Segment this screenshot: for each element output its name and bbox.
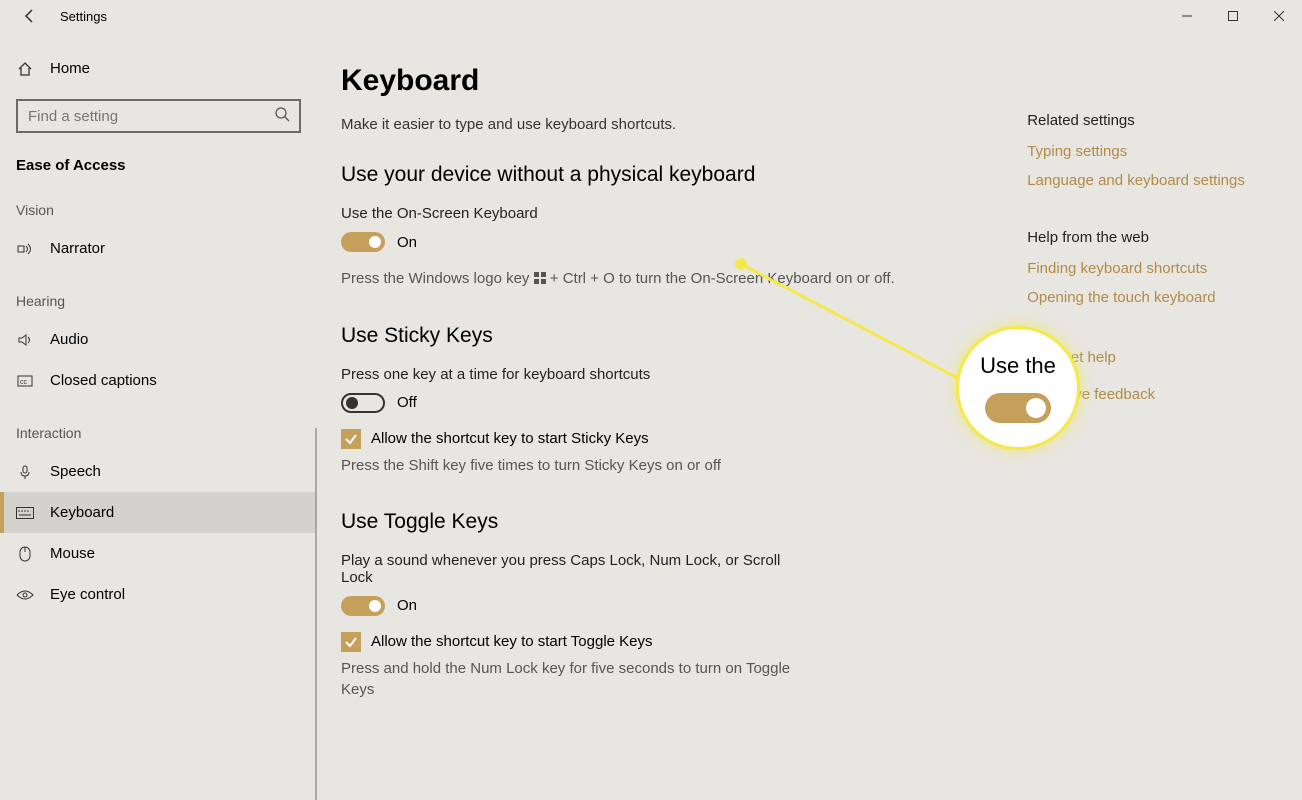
home-nav[interactable]: Home	[16, 52, 301, 85]
narrator-icon	[16, 241, 34, 257]
nav-label: Narrator	[50, 240, 105, 257]
callout-toggle-icon	[985, 393, 1051, 423]
callout-highlight: Use the	[956, 326, 1080, 450]
title-bar: Settings	[0, 0, 1302, 32]
togglekeys-check-label: Allow the shortcut key to start Toggle K…	[371, 633, 653, 650]
group-hearing: Hearing	[16, 293, 301, 309]
audio-icon	[16, 332, 34, 348]
mic-icon	[16, 464, 34, 480]
togglekeys-state: On	[397, 597, 417, 614]
togglekeys-heading: Use Toggle Keys	[341, 510, 967, 534]
link-typing-settings[interactable]: Typing settings	[1027, 143, 1262, 160]
osk-label: Use the On-Screen Keyboard	[341, 205, 967, 222]
nav-eye-control[interactable]: Eye control	[0, 574, 317, 615]
osk-state: On	[397, 234, 417, 251]
nav-label: Keyboard	[50, 504, 114, 521]
sidebar: Home Ease of Access Vision Narrator Hear…	[0, 32, 317, 800]
search-wrap	[16, 99, 301, 133]
captions-icon: cc	[16, 373, 34, 389]
search-icon	[275, 107, 291, 128]
web-heading: Help from the web	[1027, 229, 1262, 246]
home-icon	[16, 61, 34, 77]
nav-label: Closed captions	[50, 372, 157, 389]
nav-narrator[interactable]: Narrator	[0, 228, 317, 269]
sticky-hint: Press the Shift key five times to turn S…	[341, 455, 967, 476]
svg-text:cc: cc	[20, 379, 28, 386]
mouse-icon	[16, 546, 34, 562]
nav-mouse[interactable]: Mouse	[0, 533, 317, 574]
maximize-button[interactable]	[1210, 0, 1256, 32]
related-heading: Related settings	[1027, 112, 1262, 129]
sticky-check-label: Allow the shortcut key to start Sticky K…	[371, 430, 649, 447]
sticky-state: Off	[397, 394, 417, 411]
minimize-icon	[1182, 11, 1192, 21]
checkmark-icon	[344, 432, 358, 446]
minimize-button[interactable]	[1164, 0, 1210, 32]
nav-label: Speech	[50, 463, 101, 480]
osk-hint: Press the Windows logo key + Ctrl + O to…	[341, 268, 967, 290]
sticky-shortcut-checkbox[interactable]	[341, 429, 361, 449]
sticky-label: Press one key at a time for keyboard sho…	[341, 366, 967, 383]
togglekeys-hint: Press and hold the Num Lock key for five…	[341, 658, 801, 700]
category-label: Ease of Access	[16, 157, 301, 174]
nav-speech[interactable]: Speech	[0, 451, 317, 492]
togglekeys-toggle[interactable]	[341, 596, 385, 616]
callout-text: Use the	[980, 353, 1056, 379]
togglekeys-shortcut-checkbox[interactable]	[341, 632, 361, 652]
sticky-heading: Use Sticky Keys	[341, 324, 967, 348]
link-keyboard-shortcuts[interactable]: Finding keyboard shortcuts	[1027, 260, 1262, 277]
main-content: Keyboard Make it easier to type and use …	[317, 32, 1302, 800]
checkmark-icon	[344, 635, 358, 649]
keyboard-icon	[16, 507, 34, 519]
close-icon	[1274, 11, 1284, 21]
page-title: Keyboard	[341, 64, 967, 98]
sticky-toggle[interactable]	[341, 393, 385, 413]
windows-logo-icon	[534, 269, 546, 290]
link-touch-keyboard[interactable]: Opening the touch keyboard	[1027, 289, 1262, 306]
nav-closed-captions[interactable]: cc Closed captions	[0, 360, 317, 401]
link-language-keyboard[interactable]: Language and keyboard settings	[1027, 172, 1262, 189]
togglekeys-label: Play a sound whenever you press Caps Loc…	[341, 552, 781, 586]
page-subtitle: Make it easier to type and use keyboard …	[341, 116, 967, 133]
arrow-left-icon	[22, 8, 38, 24]
osk-toggle[interactable]	[341, 232, 385, 252]
maximize-icon	[1228, 11, 1238, 21]
back-button[interactable]	[8, 0, 52, 32]
window-controls	[1164, 0, 1302, 32]
osk-heading: Use your device without a physical keybo…	[341, 163, 967, 187]
eye-icon	[16, 589, 34, 601]
nav-label: Audio	[50, 331, 88, 348]
group-vision: Vision	[16, 202, 301, 218]
nav-audio[interactable]: Audio	[0, 319, 317, 360]
search-input[interactable]	[16, 99, 301, 133]
close-button[interactable]	[1256, 0, 1302, 32]
group-interaction: Interaction	[16, 425, 301, 441]
nav-label: Eye control	[50, 586, 125, 603]
window-title: Settings	[60, 9, 107, 24]
nav-label: Mouse	[50, 545, 95, 562]
nav-keyboard[interactable]: Keyboard	[0, 492, 317, 533]
home-label: Home	[50, 60, 90, 77]
